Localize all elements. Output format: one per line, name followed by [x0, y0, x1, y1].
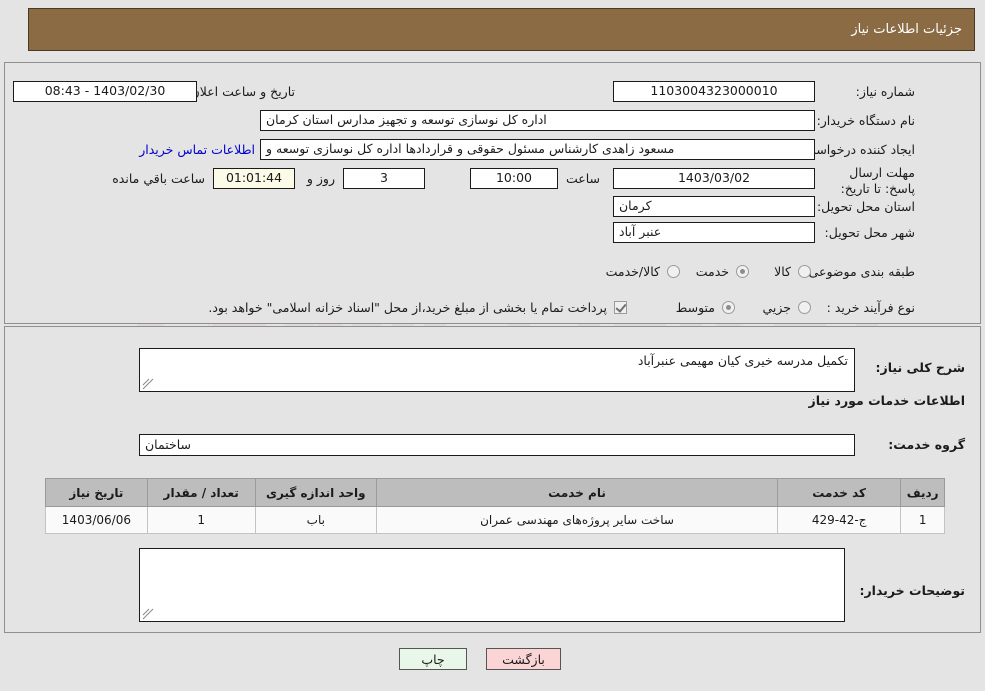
deadline-time-field[interactable]: 10:00: [470, 168, 558, 189]
province-field[interactable]: کرمان: [613, 196, 815, 217]
col-unit: واحد اندازه گیری: [254, 478, 378, 507]
buyer-comments-label: توضیحات خریدار:: [859, 583, 965, 598]
remaining-suffix-label: ساعت باقي مانده: [112, 171, 205, 186]
city-label: شهر محل تحویل:: [824, 225, 915, 240]
category-label-goods: کالا: [774, 264, 791, 279]
need-details-page: جزئیات اطلاعات نیاز شماره نیاز: 11030043…: [0, 0, 985, 691]
cell-quantity: 1: [146, 506, 256, 534]
need-number-field[interactable]: 1103004323000010: [613, 81, 815, 102]
buyer-org-field[interactable]: اداره کل نوسازی توسعه و تجهیز مدارس استا…: [260, 110, 815, 131]
description-textarea[interactable]: تکمیل مدرسه خیری کیان مهیمی عنبرآباد: [139, 348, 855, 392]
category-label-goods-service: کالا/خدمت: [605, 264, 660, 279]
announce-datetime-field[interactable]: 1403/02/30 - 08:43: [13, 81, 197, 102]
deadline-date-field[interactable]: 1403/03/02: [613, 168, 815, 189]
deadline-time-label: ساعت: [565, 171, 600, 186]
remaining-days-field[interactable]: 3: [343, 168, 425, 189]
deadline-label: مهلت ارسال پاسخ: تا تاریخ:: [840, 165, 915, 196]
category-radio-goods[interactable]: [798, 265, 811, 278]
process-label: نوع فرآیند خرید :: [826, 300, 915, 315]
print-button[interactable]: چاپ: [399, 648, 467, 670]
need-number-label: شماره نیاز:: [855, 84, 915, 99]
service-group-field[interactable]: ساختمان: [139, 434, 855, 456]
creator-label: ایجاد کننده درخواست:: [799, 142, 915, 157]
category-label: طبقه بندی موضوعی:: [804, 264, 915, 279]
category-label-service: خدمت: [695, 264, 729, 279]
process-label-medium: متوسط: [675, 300, 715, 315]
treasury-checkbox[interactable]: [614, 301, 627, 314]
process-label-minor: جزیي: [762, 300, 791, 315]
services-table: ردیف کد خدمت نام خدمت واحد اندازه گیری ت…: [45, 478, 945, 534]
buyer-comments-textarea[interactable]: [139, 548, 845, 622]
category-radio-goods-service[interactable]: [667, 265, 680, 278]
page-title: جزئیات اطلاعات نیاز: [851, 22, 962, 37]
treasury-note: پرداخت تمام یا بخشی از مبلغ خرید،از محل …: [208, 300, 607, 315]
cell-service-name: ساخت سایر پروژه‌های مهندسی عمران: [376, 506, 778, 534]
table-row: 1 ج-42-429 ساخت سایر پروژه‌های مهندسی عم…: [45, 506, 945, 534]
resize-grip-icon-comments[interactable]: [142, 608, 154, 620]
cell-need-date: 1403/06/06: [45, 506, 148, 534]
buyer-contact-link[interactable]: اطلاعات تماس خریدار: [139, 142, 255, 157]
table-header-row: ردیف کد خدمت نام خدمت واحد اندازه گیری ت…: [45, 478, 945, 507]
col-service-name: نام خدمت: [376, 478, 778, 507]
cell-unit: باب: [254, 506, 378, 534]
services-section-heading: اطلاعات خدمات مورد نیاز: [808, 393, 966, 408]
cell-service-code: ج-42-429: [776, 506, 902, 534]
countdown-field: 01:01:44: [213, 168, 295, 189]
cell-row-no: 1: [900, 506, 945, 534]
process-radio-minor[interactable]: [798, 301, 811, 314]
back-button[interactable]: بازگشت: [486, 648, 561, 670]
col-service-code: کد خدمت: [776, 478, 902, 507]
remaining-days-label: روز و: [306, 171, 335, 186]
category-radio-service[interactable]: [736, 265, 749, 278]
description-value: تکمیل مدرسه خیری کیان مهیمی عنبرآباد: [637, 353, 848, 368]
col-need-date: تاریخ نیاز: [45, 478, 148, 507]
col-row-no: ردیف: [900, 478, 945, 507]
buyer-org-label: نام دستگاه خریدار:: [816, 113, 915, 128]
resize-grip-icon[interactable]: [142, 378, 154, 390]
province-label: استان محل تحویل:: [816, 199, 915, 214]
process-radio-medium[interactable]: [722, 301, 735, 314]
col-quantity: تعداد / مقدار: [146, 478, 256, 507]
creator-field[interactable]: مسعود زاهدی کارشناس مسئول حقوقی و قراردا…: [260, 139, 815, 160]
page-header: جزئیات اطلاعات نیاز: [28, 8, 975, 51]
city-field[interactable]: عنبر آباد: [613, 222, 815, 243]
service-group-label: گروه خدمت:: [888, 437, 965, 452]
description-label: شرح کلی نیاز:: [875, 360, 965, 375]
